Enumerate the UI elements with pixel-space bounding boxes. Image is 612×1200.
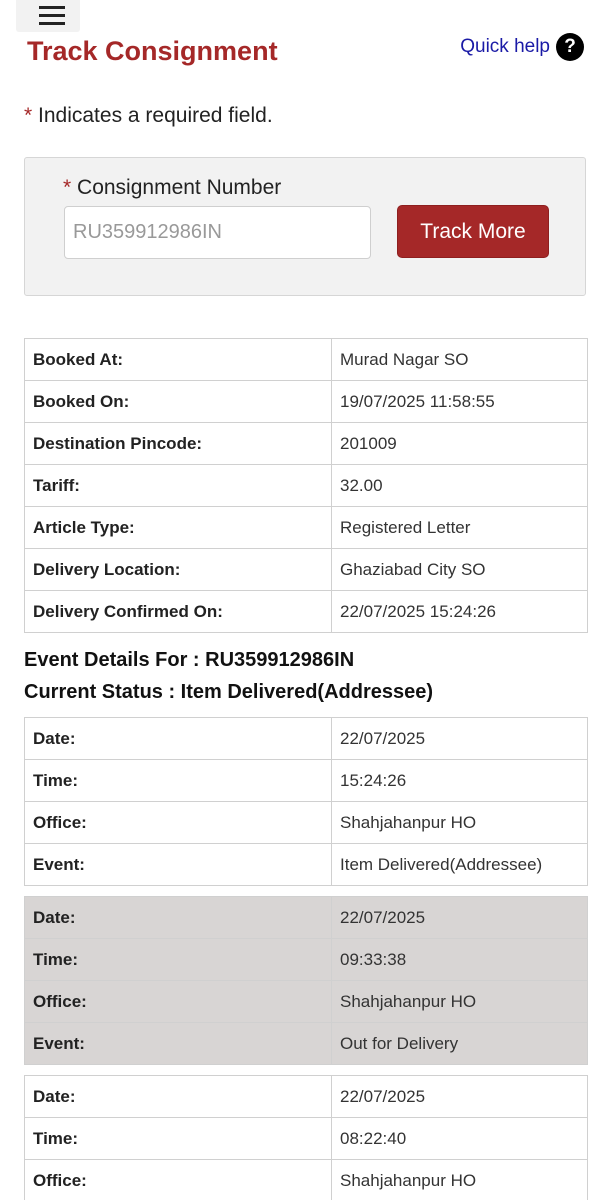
table-row: Time: 08:22:40 (24, 1117, 588, 1160)
event-name-label: Event: (24, 1022, 332, 1065)
booked-on-label: Booked On: (24, 380, 332, 423)
booking-summary-table: Booked At: Murad Nagar SO Booked On: 19/07… (24, 338, 588, 633)
quick-help-link[interactable]: Quick help ? (460, 32, 584, 62)
table-row: Date: 22/07/2025 (24, 1075, 588, 1118)
event-table: Date: 22/07/2025 Time: 08:22:40 Office: Sha… (24, 1075, 588, 1200)
event-date-value: 22/07/2025 (331, 717, 588, 760)
table-row: Office: Shahjahanpur HO (24, 1159, 588, 1200)
tariff-value: 32.00 (331, 464, 588, 507)
table-row: Booked At: Murad Nagar SO (24, 338, 588, 381)
event-time-label: Time: (24, 759, 332, 802)
track-more-button[interactable]: Track More (397, 205, 549, 258)
delivery-confirmed-on-value: 22/07/2025 15:24:26 (331, 590, 588, 633)
hamburger-menu-button[interactable] (16, 0, 80, 32)
event-time-value: 08:22:40 (331, 1117, 588, 1160)
consignment-number-label-text: Consignment Number (71, 176, 282, 199)
table-row: Date: 22/07/2025 (24, 717, 588, 760)
destination-pincode-value: 201009 (331, 422, 588, 465)
menu-icon-bar (39, 14, 65, 17)
booked-at-label: Booked At: (24, 338, 332, 381)
question-mark-icon[interactable]: ? (556, 33, 584, 61)
event-name-label: Event: (24, 843, 332, 886)
event-time-value: 09:33:38 (331, 938, 588, 981)
table-row: Destination Pincode: 201009 (24, 422, 588, 465)
event-office-value: Shahjahanpur HO (331, 801, 588, 844)
table-row: Tariff: 32.00 (24, 464, 588, 507)
event-time-label: Time: (24, 938, 332, 981)
event-time-value: 15:24:26 (331, 759, 588, 802)
menu-icon-bar (39, 22, 65, 25)
table-row: Date: 22/07/2025 (24, 896, 588, 939)
required-note-text: Indicates a required field. (32, 104, 273, 127)
table-row: Office: Shahjahanpur HO (24, 980, 588, 1023)
event-table: Date: 22/07/2025 Time: 15:24:26 Office: Sha… (24, 717, 588, 886)
event-office-label: Office: (24, 980, 332, 1023)
consignment-number-label: * Consignment Number (63, 176, 281, 200)
required-field-note: * Indicates a required field. (24, 104, 273, 128)
quick-help-label[interactable]: Quick help (460, 36, 550, 58)
required-star: * (24, 104, 33, 127)
delivery-location-value: Ghaziabad City SO (331, 548, 588, 591)
table-row: Article Type: Registered Letter (24, 506, 588, 549)
table-row: Booked On: 19/07/2025 11:58:55 (24, 380, 588, 423)
table-row: Delivery Location: Ghaziabad City SO (24, 548, 588, 591)
event-office-value: Shahjahanpur HO (331, 1159, 588, 1200)
table-row: Office: Shahjahanpur HO (24, 801, 588, 844)
delivery-confirmed-on-label: Delivery Confirmed On: (24, 590, 332, 633)
track-consignment-page: Track Consignment Quick help ? * Indicat… (0, 0, 612, 1200)
consignment-number-input[interactable] (64, 206, 371, 259)
current-status-heading: Current Status : Item Delivered(Addresse… (24, 681, 434, 703)
event-office-value: Shahjahanpur HO (331, 980, 588, 1023)
event-date-value: 22/07/2025 (331, 896, 588, 939)
menu-icon (39, 6, 65, 9)
page-title: Track Consignment (27, 36, 278, 66)
event-date-label: Date: (24, 717, 332, 760)
event-details-heading: Event Details For : RU359912986IN (24, 649, 355, 671)
article-type-label: Article Type: (24, 506, 332, 549)
table-row: Time: 09:33:38 (24, 938, 588, 981)
event-name-value: Out for Delivery (331, 1022, 588, 1065)
booked-at-value: Murad Nagar SO (331, 338, 588, 381)
event-office-label: Office: (24, 801, 332, 844)
table-row: Time: 15:24:26 (24, 759, 588, 802)
article-type-value: Registered Letter (331, 506, 588, 549)
tariff-label: Tariff: (24, 464, 332, 507)
event-table: Date: 22/07/2025 Time: 09:33:38 Office: Sha… (24, 896, 588, 1065)
search-panel: * Consignment Number Track More (24, 157, 586, 296)
event-time-label: Time: (24, 1117, 332, 1160)
table-row: Event: Item Delivered(Addressee) (24, 843, 588, 886)
destination-pincode-label: Destination Pincode: (24, 422, 332, 465)
table-row: Delivery Confirmed On: 22/07/2025 15:24:2… (24, 590, 588, 633)
event-date-value: 22/07/2025 (331, 1075, 588, 1118)
event-office-label: Office: (24, 1159, 332, 1200)
required-star: * (63, 176, 72, 199)
booked-on-value: 19/07/2025 11:58:55 (331, 380, 588, 423)
event-date-label: Date: (24, 896, 332, 939)
event-name-value: Item Delivered(Addressee) (331, 843, 588, 886)
event-date-label: Date: (24, 1075, 332, 1118)
delivery-location-label: Delivery Location: (24, 548, 332, 591)
table-row: Event: Out for Delivery (24, 1022, 588, 1065)
